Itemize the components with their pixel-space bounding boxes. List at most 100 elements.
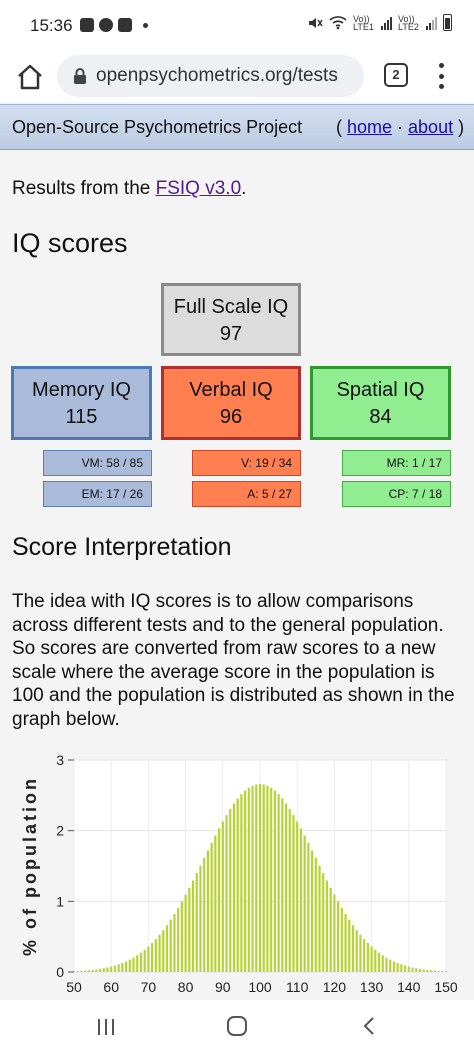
iq-scores-heading: IQ scores bbox=[12, 228, 128, 258]
x-tick-label: 80 bbox=[178, 979, 194, 995]
interpretation-paragraph: The idea with IQ scores is to allow comp… bbox=[12, 591, 455, 730]
distribution-bar bbox=[76, 971, 79, 972]
paren-close: ) bbox=[453, 117, 465, 137]
tab-switcher-button[interactable]: 2 bbox=[384, 63, 408, 87]
subscore-mr: MR: 1 / 17 bbox=[342, 450, 451, 476]
distribution-bar bbox=[303, 835, 306, 972]
home-link[interactable]: home bbox=[347, 117, 392, 137]
distribution-bar bbox=[191, 880, 195, 972]
about-link[interactable]: about bbox=[408, 117, 453, 137]
distribution-bar bbox=[158, 934, 161, 972]
subscore-vm: VM: 58 / 85 bbox=[43, 450, 152, 476]
distribution-bar bbox=[370, 946, 373, 972]
distribution-bar bbox=[270, 787, 273, 972]
address-bar[interactable]: openpsychometrics.org/tests bbox=[57, 55, 364, 97]
lock-icon[interactable] bbox=[71, 67, 89, 85]
distribution-bar bbox=[273, 790, 276, 972]
distribution-bar bbox=[277, 794, 280, 972]
distribution-bar bbox=[322, 873, 325, 972]
signal-icon bbox=[381, 16, 392, 30]
recents-icon[interactable] bbox=[96, 1018, 116, 1036]
distribution-bar bbox=[203, 858, 206, 972]
distribution-bar bbox=[396, 963, 399, 972]
distribution-bar bbox=[351, 925, 355, 972]
distribution-bar bbox=[422, 969, 425, 972]
distribution-bar bbox=[318, 865, 321, 972]
test-link[interactable]: FSIQ v3.0 bbox=[156, 178, 242, 199]
url-text[interactable]: openpsychometrics.org/tests bbox=[96, 65, 338, 87]
youtube-icon bbox=[80, 18, 94, 32]
back-icon[interactable] bbox=[362, 1016, 376, 1036]
distribution-bar bbox=[128, 959, 131, 972]
distribution-bar bbox=[296, 821, 299, 972]
distribution-bar bbox=[177, 907, 180, 972]
distribution-bar bbox=[240, 794, 243, 972]
distribution-bar bbox=[325, 880, 329, 972]
lte1-label: Vo)) LTE1 bbox=[353, 13, 374, 32]
distribution-bar bbox=[184, 894, 187, 972]
distribution-bar bbox=[284, 803, 288, 972]
signal-icon bbox=[426, 16, 437, 30]
more-menu-icon[interactable] bbox=[436, 63, 446, 89]
memory-iq-value: 115 bbox=[65, 406, 98, 428]
results-suffix: . bbox=[241, 178, 247, 199]
x-tick-label: 50 bbox=[66, 979, 82, 995]
memory-iq-box: Memory IQ 115 bbox=[11, 366, 152, 440]
distribution-bar bbox=[113, 965, 117, 972]
spatial-iq-label: Spatial IQ bbox=[336, 379, 425, 401]
distribution-bar bbox=[359, 934, 362, 972]
verbal-iq-label: Verbal IQ bbox=[189, 379, 273, 401]
distribution-bar bbox=[225, 815, 228, 972]
y-tick-label: 3 bbox=[56, 752, 64, 768]
distribution-bar bbox=[173, 913, 176, 972]
distribution-bar bbox=[292, 815, 295, 972]
y-tick-label: 2 bbox=[56, 823, 64, 839]
distribution-bar bbox=[310, 850, 314, 972]
subscore-cp: CP: 7 / 18 bbox=[342, 481, 451, 507]
distribution-bar bbox=[221, 821, 224, 972]
distribution-bar bbox=[389, 959, 392, 972]
home-nav-icon[interactable] bbox=[226, 1015, 248, 1037]
distribution-bar bbox=[374, 949, 377, 972]
distribution-bar bbox=[147, 946, 150, 972]
distribution-bar bbox=[87, 970, 90, 972]
subscore-v: V: 19 / 34 bbox=[192, 450, 301, 476]
x-tick-label: 110 bbox=[286, 979, 309, 995]
distribution-bar bbox=[433, 970, 436, 972]
distribution-bar bbox=[340, 907, 343, 972]
distribution-bar bbox=[162, 930, 165, 972]
distribution-bar bbox=[262, 784, 265, 972]
distribution-bar bbox=[91, 969, 94, 972]
youtube-icon bbox=[118, 18, 132, 32]
distribution-bar bbox=[95, 969, 98, 972]
distribution-bar bbox=[136, 955, 139, 972]
full-scale-iq-label: Full Scale IQ bbox=[173, 296, 289, 318]
distribution-bar bbox=[195, 873, 198, 972]
subscore-em: EM: 17 / 26 bbox=[43, 481, 152, 507]
distribution-bar bbox=[415, 968, 418, 972]
full-scale-iq-box: Full Scale IQ 97 bbox=[161, 283, 301, 356]
x-tick-label: 100 bbox=[248, 979, 272, 995]
site-nav: ( home · about ) bbox=[336, 117, 464, 138]
distribution-bar bbox=[355, 930, 358, 972]
distribution-bar bbox=[381, 955, 384, 972]
spatial-iq-box: Spatial IQ 84 bbox=[310, 366, 451, 440]
home-icon[interactable] bbox=[15, 62, 45, 92]
distribution-bar bbox=[363, 939, 366, 972]
site-header: Open-Source Psychometrics Project ( home… bbox=[0, 104, 474, 150]
nav-separator: · bbox=[392, 117, 409, 137]
distribution-bar bbox=[217, 828, 221, 972]
wifi-icon bbox=[329, 16, 347, 30]
distribution-bar bbox=[348, 919, 351, 972]
iq-distribution-chart: 0 1 2 3 50 60 70 80 90 100 110 120 130 140 150 % of p… bbox=[20, 752, 458, 995]
x-tick-label: 90 bbox=[215, 979, 231, 995]
distribution-bar bbox=[418, 968, 422, 972]
distribution-bar bbox=[154, 939, 157, 972]
distribution-bar bbox=[333, 894, 336, 972]
distribution-bar bbox=[151, 943, 154, 972]
distribution-bar bbox=[139, 952, 143, 972]
notification-icons bbox=[80, 18, 148, 32]
distribution-bar bbox=[236, 798, 239, 972]
distribution-bar bbox=[110, 966, 113, 972]
status-bar: 15:36 Vo)) LTE1 Vo)) LTE2 bbox=[0, 0, 474, 52]
